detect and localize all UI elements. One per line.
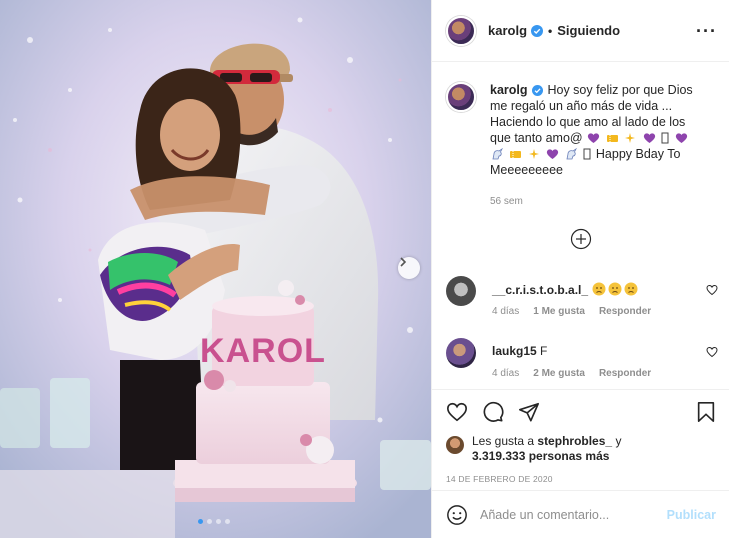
carousel-next-button[interactable] (398, 257, 420, 279)
caption-body: karolg Hoy soy feliz por que Dios me reg… (490, 82, 705, 210)
commenter-username[interactable]: __c.r.i.s.t.o.b.a.l_ (492, 283, 588, 297)
verified-badge-icon (531, 24, 544, 37)
likes-text: Les gusta a stephrobles_ y 3.319.333 per… (472, 434, 621, 464)
disappointed-face-icon (624, 282, 638, 296)
post-header: karolg • Siguiendo ··· (432, 0, 729, 62)
verified-badge-icon (532, 85, 543, 96)
like-heart-icon[interactable] (446, 401, 468, 423)
carousel-indicator (198, 519, 230, 524)
share-paper-plane-icon[interactable] (518, 401, 540, 423)
likes-connector: y (615, 434, 622, 448)
commenter-username[interactable]: laukg15 (492, 344, 537, 358)
reply-button[interactable]: Responder (599, 368, 651, 379)
likes-summary: Les gusta a stephrobles_ y 3.319.333 per… (432, 434, 729, 464)
post-caption: karolg Hoy soy feliz por que Dios me reg… (432, 62, 729, 210)
comment-compose-bar: Añade un comentario... Publicar (432, 490, 729, 538)
ticket-icon (606, 135, 618, 142)
commenter-avatar[interactable] (446, 338, 476, 368)
likes-count[interactable]: 3.319.333 personas más (472, 449, 609, 463)
author-username[interactable]: karolg (488, 23, 527, 38)
comment-time[interactable]: 4 días (492, 368, 519, 379)
disappointed-face-icon (592, 282, 606, 296)
cake-text: KAROL (200, 332, 326, 370)
unicorn-icon (492, 148, 503, 160)
publish-button[interactable]: Publicar (667, 508, 716, 522)
sparkle-icon (625, 133, 636, 143)
like-comment-heart-icon[interactable] (706, 346, 718, 358)
header-separator: • (548, 23, 553, 38)
post-date[interactable]: 14 DE FEBRERO DE 2020 (432, 464, 729, 484)
caption-avatar[interactable] (446, 82, 476, 112)
post-side-panel: karolg • Siguiendo ··· karolg Hoy soy fe… (431, 0, 729, 538)
missing-glyph-icon (583, 148, 591, 160)
instagram-post: KAROL karolg • Siguiendo ··· karolg Hoy … (0, 0, 729, 538)
comment-body: F (540, 344, 548, 358)
comment-text: laukg15 F (492, 344, 547, 358)
photo-illustration: KAROL (0, 0, 431, 538)
comment-meta: 4 días 1 Me gusta Responder (492, 306, 651, 317)
more-options-icon[interactable]: ··· (696, 22, 717, 40)
likes-prefix: Les gusta a (472, 434, 535, 448)
action-bar (432, 390, 729, 434)
post-photo[interactable]: KAROL (0, 0, 431, 538)
chevron-right-icon (400, 257, 407, 267)
emoji-picker-icon[interactable] (446, 504, 468, 526)
purple-heart-icon (587, 133, 600, 143)
load-more-comments-icon[interactable] (570, 228, 592, 250)
comment-likes[interactable]: 2 Me gusta (533, 368, 585, 379)
carousel-dot (198, 519, 203, 524)
author-avatar[interactable] (446, 15, 476, 46)
carousel-dot (207, 519, 212, 524)
save-bookmark-icon[interactable] (696, 401, 716, 423)
comment-time[interactable]: 4 días (492, 306, 519, 317)
comment-input[interactable]: Añade un comentario... (480, 508, 667, 522)
reply-button[interactable]: Responder (599, 306, 651, 317)
liker-username[interactable]: stephrobles_ (537, 434, 612, 448)
comment-meta: 4 días 2 Me gusta Responder (492, 368, 651, 379)
sparkle-icon (528, 149, 539, 159)
like-comment-heart-icon[interactable] (706, 284, 718, 296)
commenter-avatar[interactable] (446, 276, 476, 306)
carousel-dot (225, 519, 230, 524)
purple-heart-icon (675, 133, 687, 143)
caption-time[interactable]: 56 sem (490, 194, 705, 210)
comment-icon[interactable] (482, 401, 504, 423)
ticket-icon (510, 151, 522, 158)
caption-username[interactable]: karolg (490, 83, 528, 97)
liker-avatar[interactable] (446, 436, 464, 454)
purple-heart-icon (547, 149, 559, 159)
comment-likes[interactable]: 1 Me gusta (533, 306, 585, 317)
comment-text: __c.r.i.s.t.o.b.a.l_ (492, 282, 639, 297)
carousel-dot (216, 519, 221, 524)
missing-glyph-icon (661, 132, 669, 144)
post-actions-section: Les gusta a stephrobles_ y 3.319.333 per… (432, 389, 729, 484)
purple-heart-icon (643, 133, 655, 143)
disappointed-face-icon (608, 282, 622, 296)
unicorn-icon (566, 148, 577, 160)
following-button[interactable]: Siguiendo (557, 23, 620, 38)
